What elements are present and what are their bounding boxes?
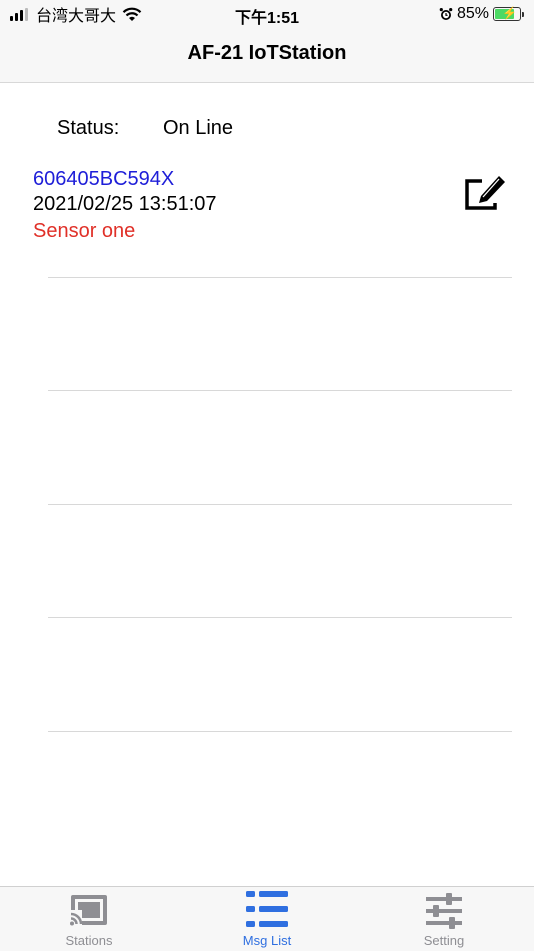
edit-icon[interactable] xyxy=(462,170,508,214)
tab-stations[interactable]: Stations xyxy=(19,887,159,951)
connection-status: Status: On Line xyxy=(57,117,233,140)
message-timestamp: 2021/02/25 13:51:07 xyxy=(33,193,217,215)
status-value: On Line xyxy=(163,117,234,139)
list-item[interactable]: 606405BC594X 2021/02/25 13:51:07 Sensor … xyxy=(33,167,217,245)
row-separator xyxy=(48,504,512,505)
list-icon xyxy=(246,891,288,927)
alarm-icon xyxy=(439,8,453,20)
navigation-bar: AF-21 IoTStation xyxy=(0,28,534,83)
sliders-icon xyxy=(426,893,462,929)
battery-percent: 85% xyxy=(456,5,489,22)
row-separator xyxy=(48,277,512,278)
tab-setting-label: Setting xyxy=(423,933,465,948)
sensor-name: Sensor one xyxy=(33,220,136,242)
charging-bolt-icon: ⚡ xyxy=(502,6,517,20)
tab-bar: Stations Msg List Setting xyxy=(0,886,534,951)
tab-msg-list-label: Msg List xyxy=(242,933,292,948)
row-separator xyxy=(48,731,512,732)
tab-stations-label: Stations xyxy=(65,933,113,948)
status-bar-right: 85% ⚡ xyxy=(439,4,524,24)
page-title: AF-21 IoTStation xyxy=(187,42,347,64)
battery-cap xyxy=(522,11,524,17)
row-separator xyxy=(48,390,512,391)
battery-charging-icon: ⚡ xyxy=(493,6,521,21)
tab-setting[interactable]: Setting xyxy=(374,887,514,951)
station-id: 606405BC594X xyxy=(33,168,175,190)
status-label: Status: xyxy=(57,117,120,139)
row-separator xyxy=(48,617,512,618)
status-bar: 台湾大哥大 下午1:51 85% ⚡ xyxy=(0,0,534,28)
tab-msg-list[interactable]: Msg List xyxy=(197,887,337,951)
cast-icon xyxy=(69,895,107,927)
